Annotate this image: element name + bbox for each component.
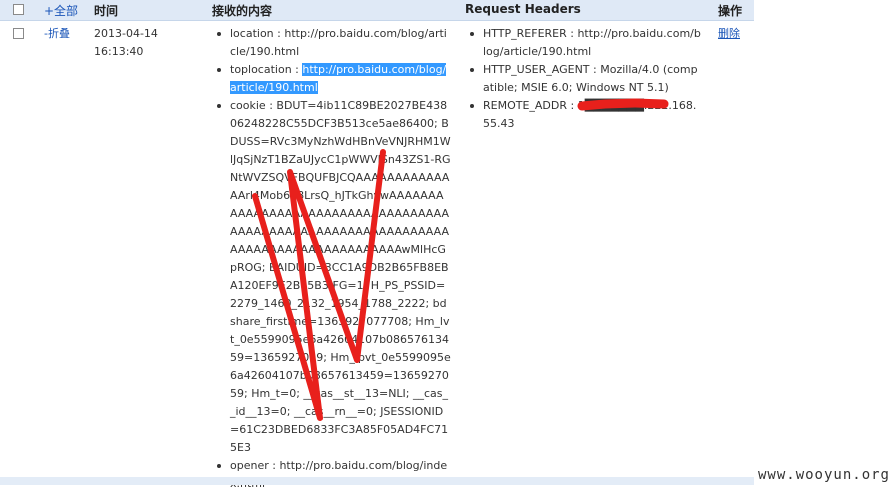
header-actions: 操作 [718,4,743,18]
delete-link[interactable]: 删除 [718,25,740,43]
select-all-link[interactable]: +全部 [44,2,78,19]
header-time: 时间 [94,4,119,18]
row-checkbox[interactable] [13,28,24,39]
table-footer-bar [0,477,754,485]
received-opener: opener : http://pro.baidu.com/blog/index… [214,457,451,493]
header-user-agent: HTTP_USER_AGENT : Mozilla/4.0 (compatibl… [467,61,703,97]
received-location: location : http://pro.baidu.com/blog/art… [214,25,451,61]
request-headers-list: HTTP_REFERER : http://pro.baidu.com/blog… [467,25,703,133]
header-remote-addr: REMOTE_ADDR : 1███████.222.168.55.43 [467,97,703,133]
received-cookie: cookie : BDUT=4ib11C89BE2027BE4380624822… [214,97,451,457]
received-toplocation: toplocation : http://pro.baidu.com/blog/… [214,61,451,97]
row-datetime: 2013-04-14 16:13:40 [94,25,158,61]
table-header: +全部 时间 接收的内容 Request Headers 操作 [0,0,754,21]
received-content-list: location : http://pro.baidu.com/blog/art… [214,25,451,493]
records-table: +全部 时间 接收的内容 Request Headers 操作 -折叠 2013… [0,0,754,490]
header-referer: HTTP_REFERER : http://pro.baidu.com/blog… [467,25,703,61]
row-time: 16:13:40 [94,45,144,58]
watermark: www.wooyun.org [757,467,890,483]
toplocation-key: toplocation : [230,63,303,76]
header-received: 接收的内容 [212,4,273,18]
select-all-checkbox[interactable] [13,4,24,15]
row-date: 2013-04-14 [94,27,158,40]
header-request-headers: Request Headers [465,2,581,16]
collapse-link[interactable]: -折叠 [44,25,70,43]
